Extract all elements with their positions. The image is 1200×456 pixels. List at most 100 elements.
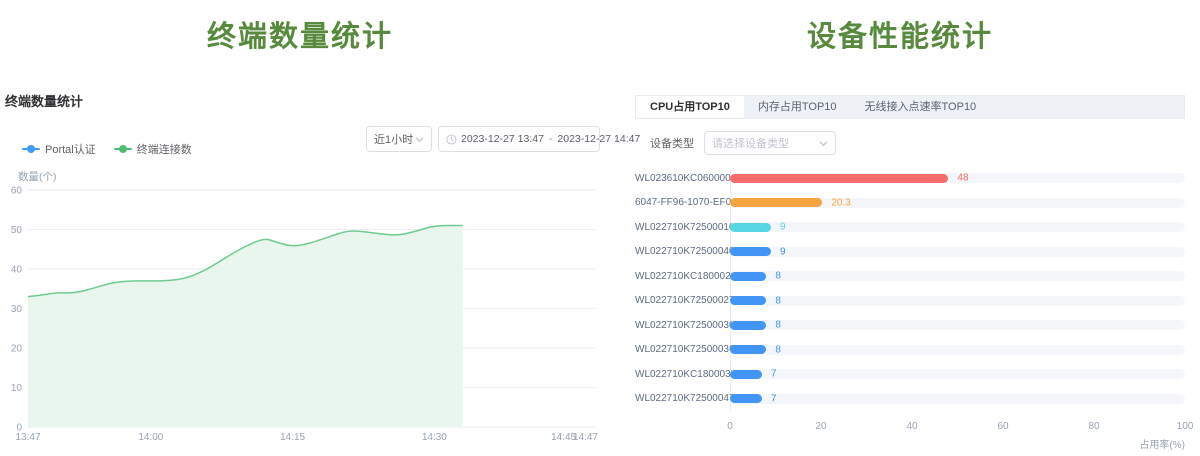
bar-fill[interactable]: [730, 272, 766, 281]
bar-category-label: WL022710K725000272: [635, 295, 730, 306]
time-range-value: 近1小时: [374, 131, 413, 147]
svg-text:13:47: 13:47: [15, 432, 40, 443]
legend-marker-icon: [22, 145, 40, 153]
bar-row-4: WL022710KC18000280 8: [635, 271, 1185, 281]
svg-text:10: 10: [11, 383, 23, 394]
bar-row-8: WL022710KC18000372 7: [635, 369, 1185, 379]
bar-row-1: 6047-FF96-1070-EF0A 20.3: [635, 198, 1185, 208]
chevron-down-icon: [415, 135, 424, 144]
bar-track: 9: [730, 247, 1185, 257]
bar-value-label: 8: [775, 344, 781, 355]
bar-category-label: WL022710K725000369: [635, 344, 730, 355]
line-chart-card-title: 终端数量统计: [5, 91, 83, 110]
bar-fill[interactable]: [730, 394, 762, 403]
bar-fill[interactable]: [730, 174, 948, 183]
bar-value-label: 8: [775, 295, 781, 306]
x-tick-label: 20: [815, 421, 826, 432]
performance-tabs: CPU占用TOP10内存占用TOP10无线接入点速率TOP10: [635, 95, 1185, 119]
legend-label: 终端连接数: [137, 141, 192, 157]
device-type-placeholder: 请选择设备类型: [712, 135, 789, 151]
bar-track: 8: [730, 296, 1185, 306]
bar-value-label: 9: [780, 246, 786, 257]
left-panel-heading: 终端数量统计: [0, 13, 600, 55]
bar-row-0: WL023610KC06000043 48: [635, 173, 1185, 183]
svg-text:14:30: 14:30: [422, 432, 447, 443]
clock-icon: [446, 134, 457, 145]
x-tick-label: 80: [1088, 421, 1099, 432]
terminal-count-panel: 终端数量统计 终端数量统计 近1小时 2023-12-27 13:47 - 20…: [0, 0, 600, 456]
device-performance-panel: 设备性能统计 CPU占用TOP10内存占用TOP10无线接入点速率TOP10 设…: [600, 0, 1200, 456]
svg-text:30: 30: [11, 304, 23, 315]
x-tick-label: 60: [997, 421, 1008, 432]
bar-fill[interactable]: [730, 296, 766, 305]
svg-text:40: 40: [11, 265, 23, 276]
bar-value-label: 7: [771, 393, 777, 404]
legend-marker-icon: [114, 145, 132, 153]
bar-track: 7: [730, 369, 1185, 379]
bar-category-label: WL022710K725000470: [635, 393, 730, 404]
svg-text:14:47: 14:47: [573, 432, 598, 443]
time-range-select[interactable]: 近1小时: [366, 126, 432, 152]
bar-value-label: 8: [775, 271, 781, 282]
tab-2[interactable]: 无线接入点速率TOP10: [851, 96, 991, 118]
svg-text:14:15: 14:15: [280, 432, 305, 443]
svg-text:60: 60: [11, 186, 23, 197]
dashboard: 终端数量统计 终端数量统计 近1小时 2023-12-27 13:47 - 20…: [0, 0, 1200, 456]
x-axis-unit: 占用率(%): [1139, 436, 1185, 451]
bar-fill[interactable]: [730, 223, 771, 232]
device-type-filter: 设备类型 请选择设备类型: [650, 131, 836, 155]
bar-row-5: WL022710K725000272 8: [635, 296, 1185, 306]
bar-track: 8: [730, 271, 1185, 281]
tab-1[interactable]: 内存占用TOP10: [744, 96, 851, 118]
bar-track: 8: [730, 345, 1185, 355]
bar-fill[interactable]: [730, 321, 766, 330]
legend-label: Portal认证: [45, 141, 96, 157]
bar-value-label: 48: [957, 173, 968, 184]
legend-item-1[interactable]: 终端连接数: [114, 141, 192, 157]
device-type-label: 设备类型: [650, 135, 694, 151]
x-tick-label: 100: [1177, 421, 1194, 432]
time-controls: 近1小时 2023-12-27 13:47 - 2023-12-27 14:47: [366, 126, 600, 152]
bar-track: 9: [730, 222, 1185, 232]
x-tick-label: 0: [727, 421, 733, 432]
date-range-start: 2023-12-27 13:47: [461, 133, 544, 145]
bar-row-7: WL022710K725000369 8: [635, 345, 1185, 355]
bar-category-label: WL023610KC06000043: [635, 173, 730, 184]
date-range-picker[interactable]: 2023-12-27 13:47 - 2023-12-27 14:47: [438, 126, 600, 152]
bar-value-label: 20.3: [831, 197, 850, 208]
bar-value-label: 8: [775, 320, 781, 331]
bar-fill[interactable]: [730, 247, 771, 256]
bar-fill[interactable]: [730, 370, 762, 379]
bar-row-3: WL022710K725000409 9: [635, 247, 1185, 257]
bar-track: 8: [730, 320, 1185, 330]
bar-track: 20.3: [730, 198, 1185, 208]
svg-text:20: 20: [11, 344, 23, 355]
bar-chart-rows: WL023610KC06000043 48 6047-FF96-1070-EF0A 2…: [635, 173, 1185, 418]
bar-track: 48: [730, 173, 1185, 183]
right-panel-heading: 设备性能统计: [600, 13, 1200, 55]
bar-fill[interactable]: [730, 345, 766, 354]
bar-track: 7: [730, 394, 1185, 404]
device-type-select[interactable]: 请选择设备类型: [704, 131, 836, 155]
bar-chart-x-axis: 020406080100: [730, 421, 1185, 433]
bar-category-label: WL022710KC18000372: [635, 369, 730, 380]
bar-row-6: WL022710K725000307 8: [635, 320, 1185, 330]
bar-category-label: WL022710K725000102: [635, 222, 730, 233]
svg-text:14:00: 14:00: [138, 432, 163, 443]
bar-category-label: WL022710K725000409: [635, 246, 730, 257]
bar-fill[interactable]: [730, 198, 822, 207]
legend-item-0[interactable]: Portal认证: [22, 141, 96, 157]
bar-category-label: WL022710K725000307: [635, 320, 730, 331]
bar-value-label: 9: [780, 222, 786, 233]
date-range-separator: -: [548, 133, 554, 145]
bar-category-label: WL022710KC18000280: [635, 271, 730, 282]
x-tick-label: 40: [906, 421, 917, 432]
line-chart-svg: 010203040506013:4714:0014:1514:3014:4514…: [0, 182, 600, 452]
bar-row-9: WL022710K725000470 7: [635, 394, 1185, 404]
svg-text:50: 50: [11, 225, 23, 236]
bar-value-label: 7: [771, 369, 777, 380]
chevron-down-icon: [819, 139, 828, 148]
bar-category-label: 6047-FF96-1070-EF0A: [635, 197, 730, 208]
bar-row-2: WL022710K725000102 9: [635, 222, 1185, 232]
tab-0[interactable]: CPU占用TOP10: [636, 96, 744, 118]
